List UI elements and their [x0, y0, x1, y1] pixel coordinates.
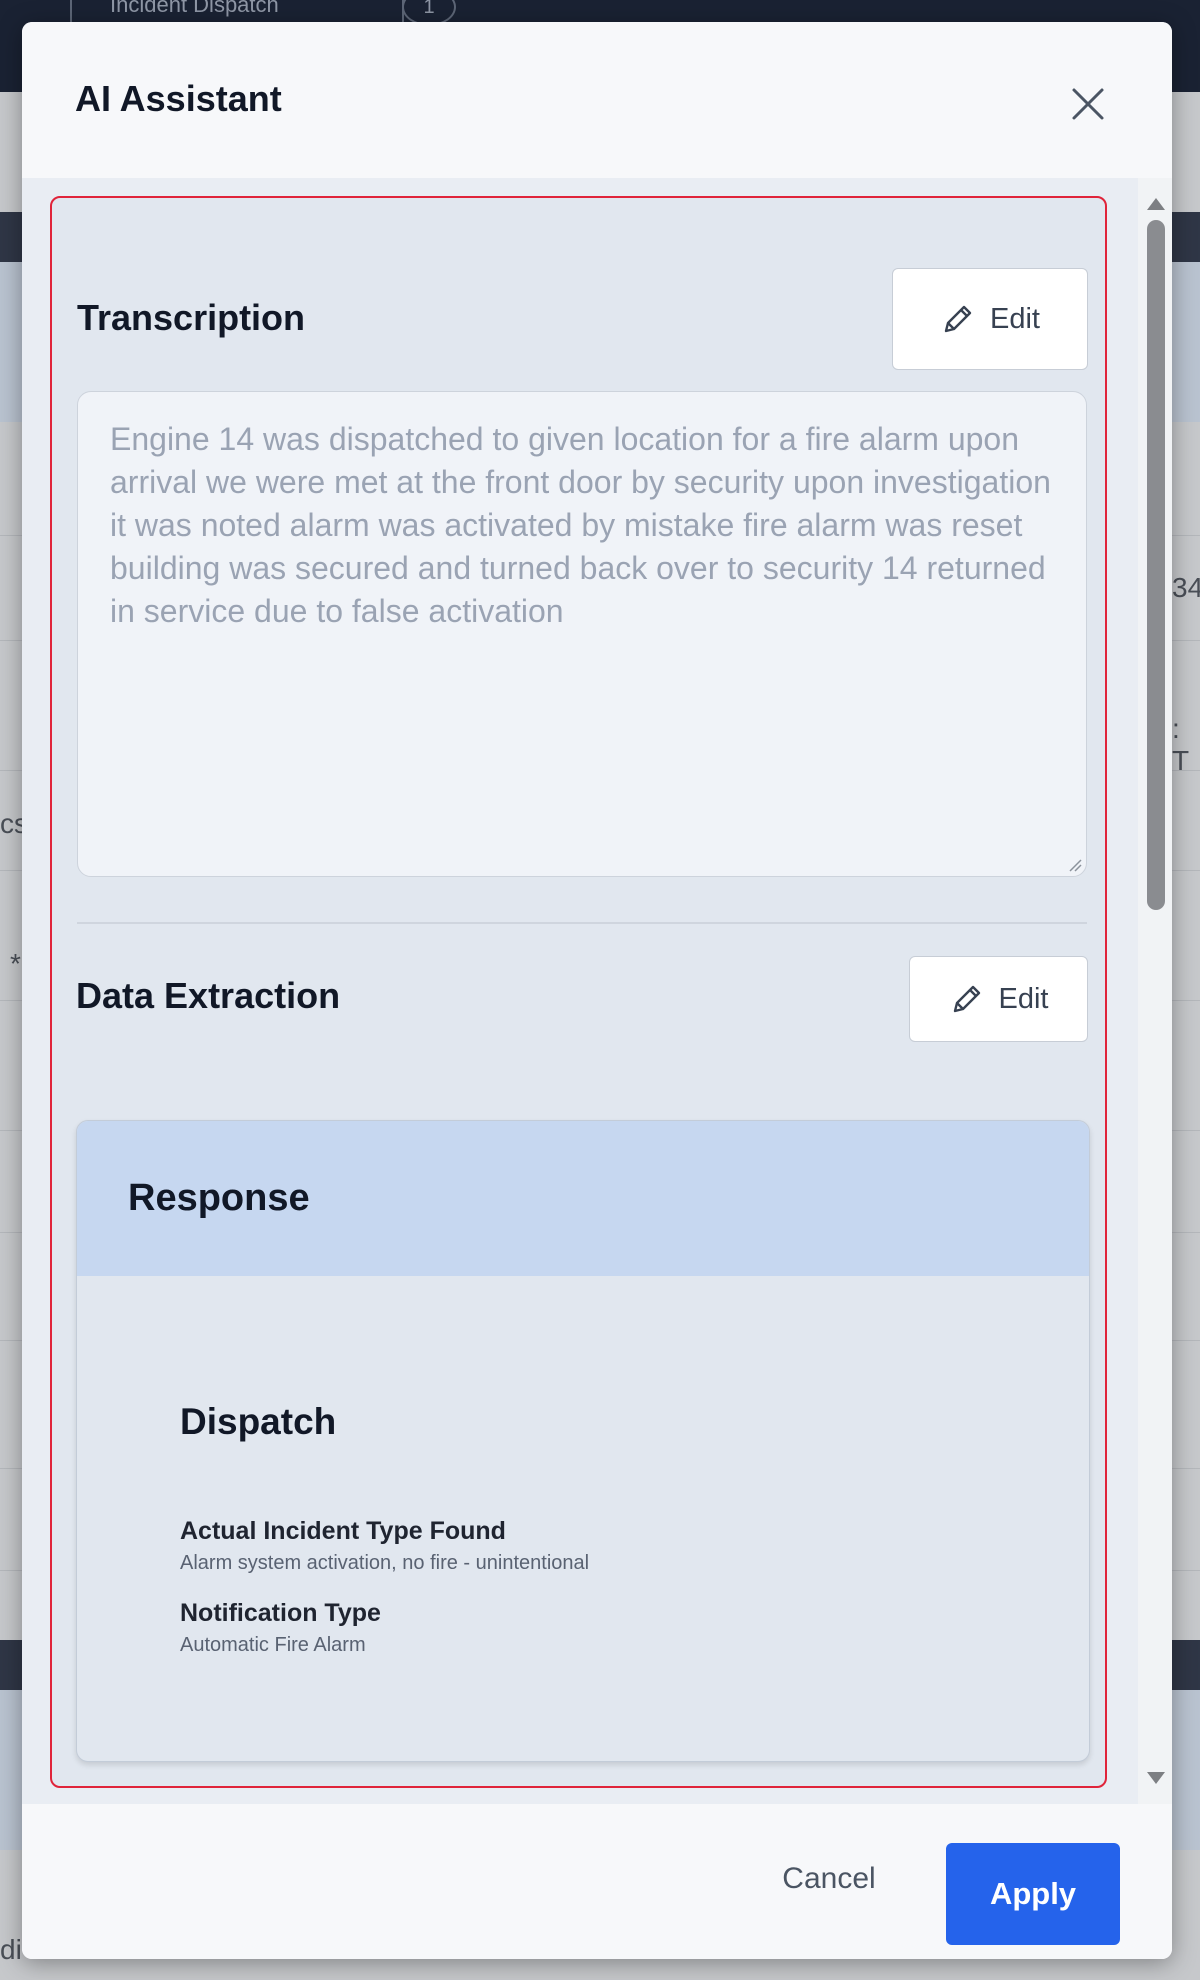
- scroll-up-arrow-icon[interactable]: [1147, 198, 1165, 210]
- modal-scrollbar[interactable]: [1138, 178, 1172, 1804]
- scrollbar-thumb[interactable]: [1147, 220, 1165, 910]
- background-fragment: di: [0, 1934, 22, 1965]
- background-fragment: 34: [1172, 572, 1200, 603]
- background-fragment: : T: [1172, 713, 1190, 776]
- section-divider: [77, 922, 1087, 924]
- modal-title: AI Assistant: [75, 78, 282, 119]
- modal-body[interactable]: Transcription Edit Engine 14 was dispatc…: [22, 178, 1138, 1804]
- background-fragment: *: [10, 948, 21, 979]
- scroll-down-arrow-icon[interactable]: [1147, 1772, 1165, 1784]
- transcription-edit-button[interactable]: Edit: [892, 268, 1088, 370]
- ai-assistant-modal: AI Assistant Transcription Edit Engine 1…: [22, 22, 1172, 1959]
- field-value-notification-type: Automatic Fire Alarm: [180, 1634, 366, 1656]
- data-extraction-title: Data Extraction: [76, 975, 341, 1016]
- modal-header: AI Assistant: [22, 22, 1172, 178]
- edit-label: Edit: [998, 982, 1049, 1015]
- response-title: Response: [128, 1177, 310, 1219]
- dispatch-title: Dispatch: [180, 1401, 337, 1442]
- transcription-textarea[interactable]: Engine 14 was dispatched to given locati…: [77, 391, 1087, 877]
- pencil-icon: [944, 305, 972, 333]
- modal-footer: Cancel Apply: [22, 1804, 1172, 1959]
- pencil-icon: [953, 985, 980, 1013]
- transcription-text: Engine 14 was dispatched to given locati…: [110, 421, 1051, 629]
- background-chip-label: Incident Dispatch: [110, 0, 279, 17]
- cancel-button[interactable]: Cancel: [764, 1850, 894, 1908]
- transcription-title: Transcription: [77, 297, 306, 338]
- edit-label: Edit: [990, 302, 1040, 335]
- close-button[interactable]: [1066, 82, 1110, 126]
- response-card: Response Dispatch Actual Incident Type F…: [76, 1120, 1090, 1762]
- apply-button[interactable]: Apply: [946, 1843, 1120, 1945]
- field-label-incident-type: Actual Incident Type Found: [180, 1517, 506, 1545]
- response-card-header: Response: [77, 1121, 1089, 1276]
- data-extraction-edit-button[interactable]: Edit: [909, 956, 1088, 1042]
- field-label-notification-type: Notification Type: [180, 1599, 381, 1627]
- close-icon: [1072, 88, 1104, 120]
- highlighted-content-region: Transcription Edit Engine 14 was dispatc…: [50, 196, 1107, 1788]
- resize-handle-icon[interactable]: [1068, 858, 1082, 872]
- field-value-incident-type: Alarm system activation, no fire - unint…: [180, 1552, 590, 1574]
